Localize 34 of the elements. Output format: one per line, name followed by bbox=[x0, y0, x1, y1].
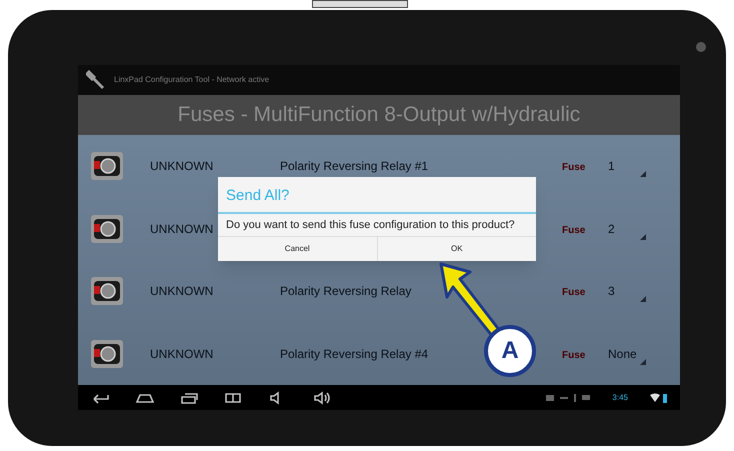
fuse-value-dropdown[interactable]: None bbox=[600, 340, 652, 367]
wrench-icon bbox=[86, 70, 106, 90]
dialog-button[interactable]: OK bbox=[376, 236, 536, 260]
fuse-label: Fuse bbox=[562, 162, 586, 174]
dropdown-corner-icon bbox=[640, 358, 646, 365]
dialog-title: Send All? bbox=[225, 186, 290, 206]
screenshot-icon[interactable] bbox=[222, 390, 244, 404]
fuse-value-dropdown[interactable]: 1 bbox=[600, 153, 652, 180]
fuse-holder-icon bbox=[90, 151, 124, 182]
relay-name: Polarity Reversing Relay #1 bbox=[280, 159, 428, 174]
dropdown-corner-icon bbox=[640, 296, 646, 302]
fuse-holder-icon bbox=[90, 338, 124, 369]
relay-name: Polarity Reversing Relay #4 bbox=[280, 346, 428, 361]
page-title: Fuses - MultiFunction 8-Output w/Hydraulic bbox=[178, 102, 580, 128]
product-label: UNKNOWN bbox=[150, 222, 214, 236]
relay-name: Polarity Reversing Relay bbox=[280, 284, 412, 298]
fuse-value-dropdown[interactable]: 3 bbox=[600, 278, 652, 304]
fuse-label: Fuse bbox=[562, 224, 586, 236]
fuse-holder-icon bbox=[90, 276, 124, 306]
fuse-holder-icon bbox=[90, 214, 124, 244]
recent-apps-icon[interactable] bbox=[178, 390, 200, 404]
dialog-button[interactable]: Cancel bbox=[218, 236, 376, 260]
dialog-message: Do you want to send this fuse configuration to this product? bbox=[225, 218, 516, 232]
window-title: LinxPad Configuration Tool - Network active bbox=[114, 74, 270, 86]
dropdown-corner-icon bbox=[640, 171, 646, 178]
product-label: UNKNOWN bbox=[150, 284, 214, 298]
fuse-label: Fuse bbox=[562, 350, 586, 361]
fuse-value-dropdown[interactable]: 2 bbox=[600, 216, 652, 242]
fuse-label: Fuse bbox=[562, 287, 586, 298]
camera-icon bbox=[696, 42, 706, 52]
product-label: UNKNOWN bbox=[150, 346, 214, 361]
dropdown-corner-icon bbox=[640, 234, 646, 240]
product-label: UNKNOWN bbox=[150, 159, 214, 174]
clock-time: 3:45 bbox=[612, 392, 628, 404]
